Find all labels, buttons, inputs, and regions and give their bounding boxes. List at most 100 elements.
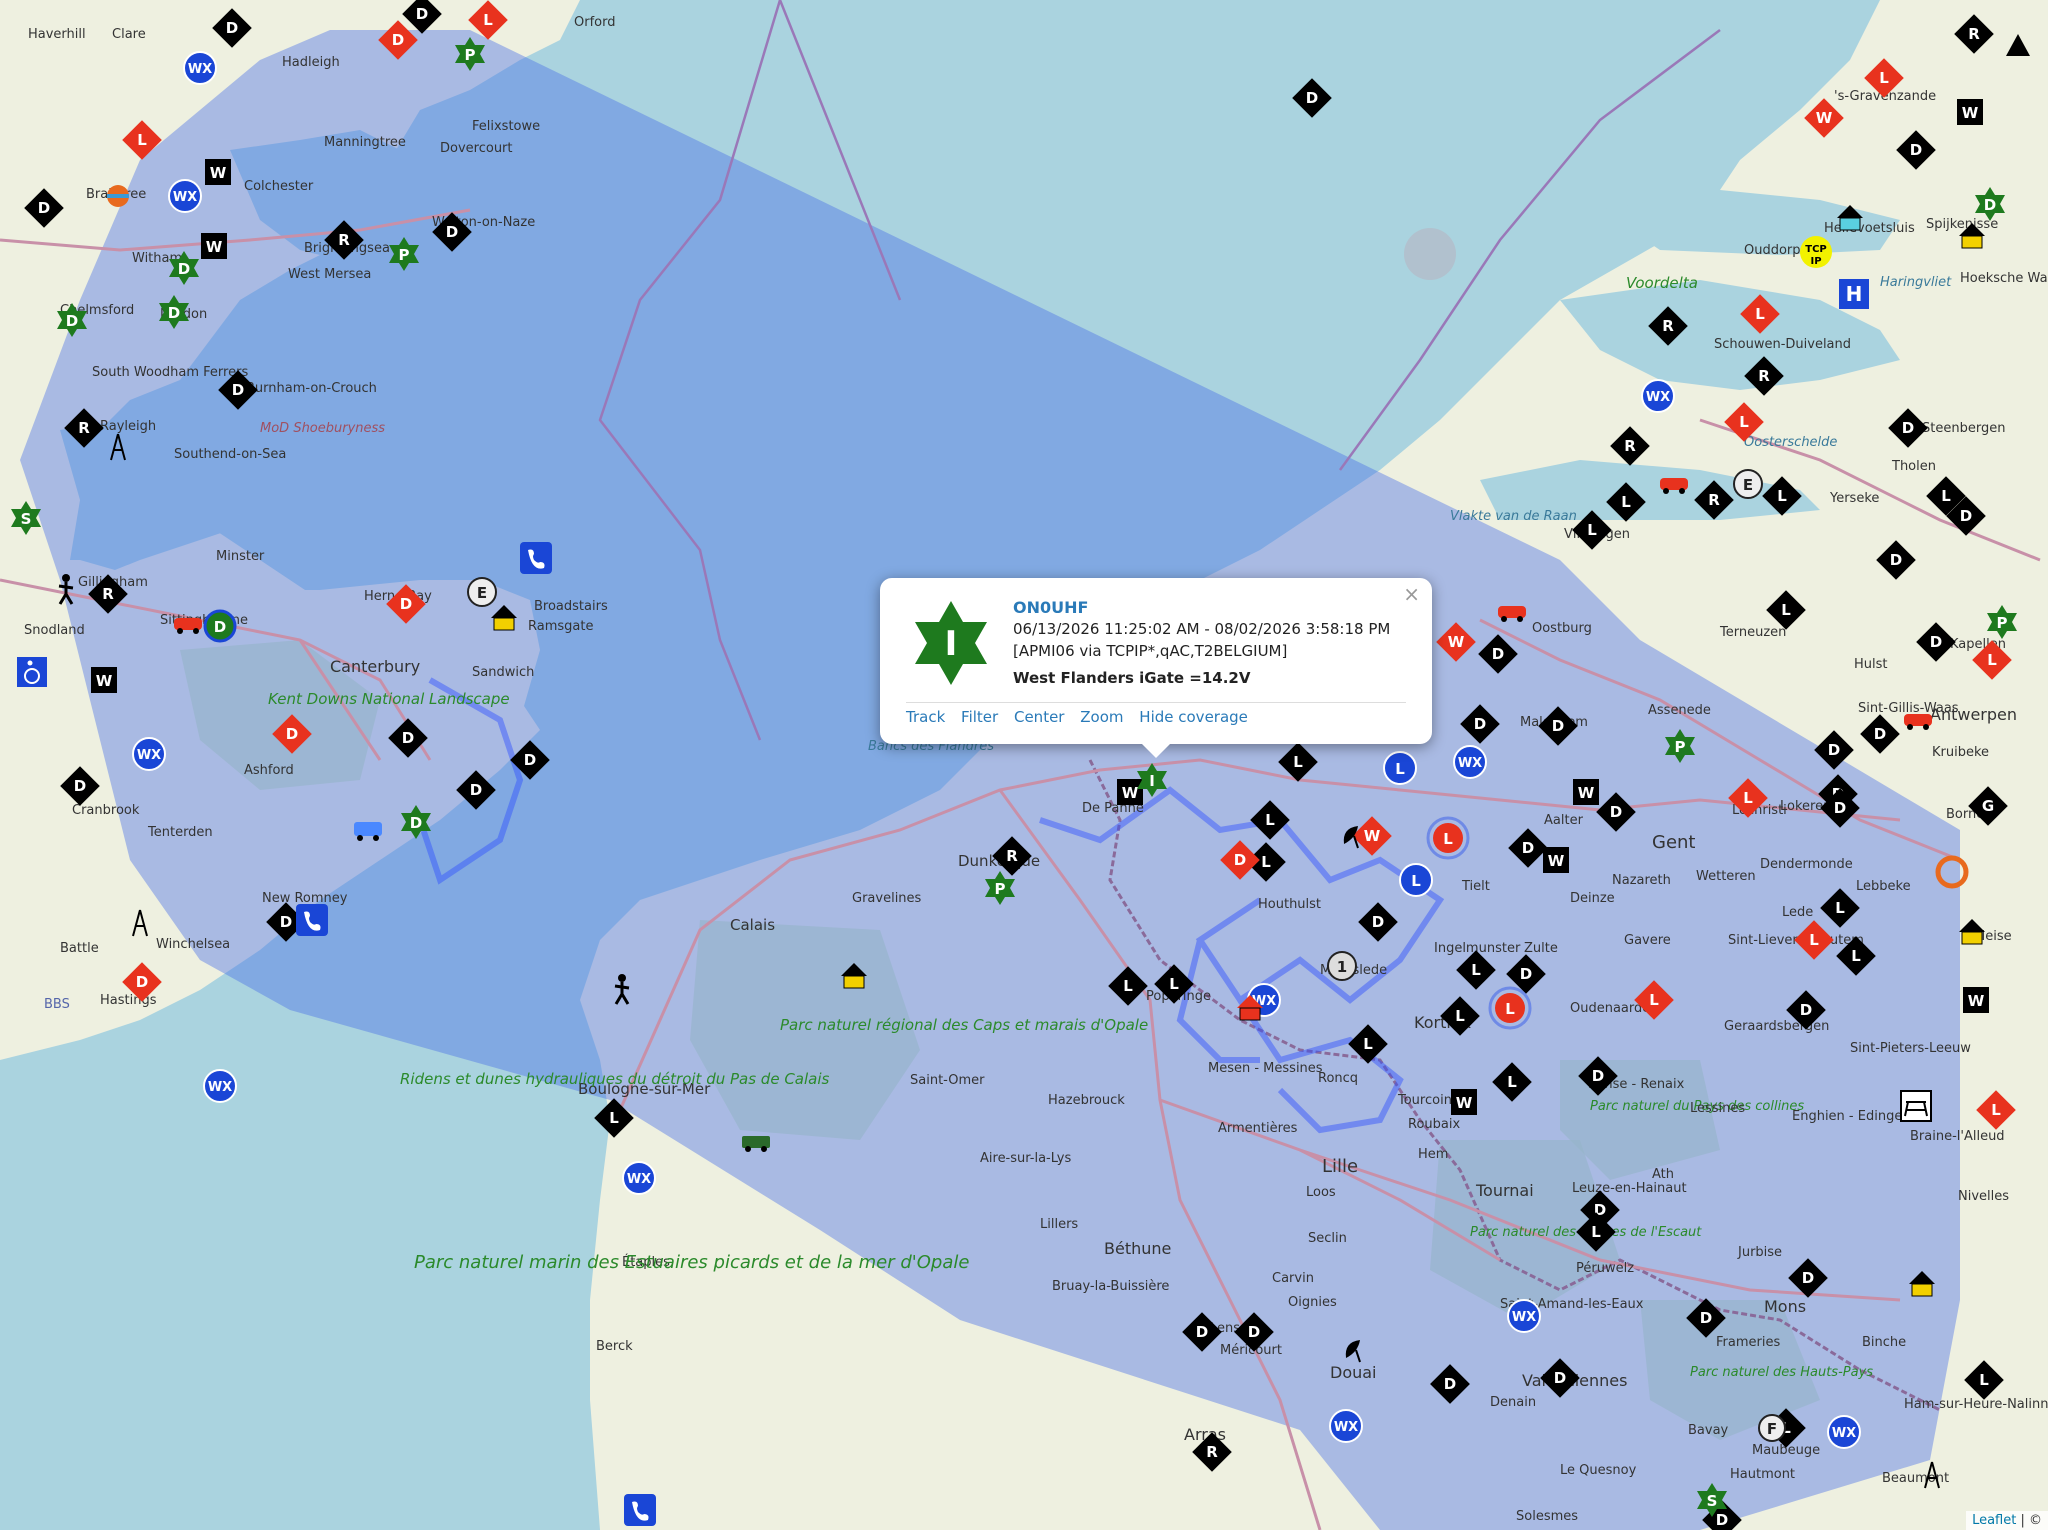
label-enghien: Enghien - Edingen	[1792, 1109, 1911, 1124]
wx-marker: WX	[1453, 745, 1487, 779]
label-calais: Calais	[730, 916, 775, 934]
label-mons: Mons	[1764, 1297, 1806, 1316]
label-hoeksche: Hoeksche Waard	[1960, 271, 2048, 286]
label-westmersea: West Mersea	[288, 267, 371, 282]
svg-text:WX: WX	[137, 748, 161, 763]
svg-text:L: L	[1123, 977, 1133, 995]
svg-text:WX: WX	[627, 1172, 651, 1187]
filter-link[interactable]: Filter	[961, 708, 998, 726]
svg-text:D: D	[392, 31, 404, 49]
wx-marker: WX	[132, 737, 166, 771]
svg-text:L: L	[1755, 305, 1765, 323]
svg-text:R: R	[1624, 437, 1636, 455]
label-solesmes: Solesmes	[1516, 1509, 1578, 1524]
svg-text:WX: WX	[1646, 390, 1670, 405]
svg-text:L: L	[1777, 487, 1787, 505]
svg-text:D: D	[1492, 645, 1504, 663]
svg-text:D: D	[1372, 913, 1384, 931]
svg-text:D: D	[1554, 1369, 1566, 1387]
svg-text:W: W	[1962, 104, 1979, 122]
svg-text:WX: WX	[1512, 1310, 1536, 1325]
label-lillers: Lillers	[1040, 1217, 1078, 1232]
center-link[interactable]: Center	[1014, 708, 1065, 726]
e-marker: E	[1733, 469, 1763, 499]
label-kentdowns: Kent Downs National Landscape	[268, 690, 510, 708]
svg-text:TCP: TCP	[1805, 244, 1827, 255]
one-marker: 1	[1327, 951, 1357, 981]
l-marker: L	[1399, 863, 1433, 897]
svg-text:W: W	[96, 672, 113, 690]
svg-text:L: L	[1879, 69, 1889, 87]
svg-text:D: D	[1802, 1269, 1814, 1287]
w-marker: W	[201, 233, 227, 259]
label-aalter: Aalter	[1544, 813, 1584, 828]
svg-text:WX: WX	[1458, 756, 1482, 771]
svg-text:P: P	[399, 246, 410, 264]
label-schouwen: Schouwen-Duiveland	[1714, 337, 1851, 352]
svg-text:W: W	[1548, 852, 1565, 870]
label-hulst: Hulst	[1854, 657, 1888, 672]
label-battle: Battle	[60, 941, 99, 956]
label-deinze: Deinze	[1570, 891, 1615, 906]
svg-text:D: D	[136, 973, 148, 991]
label-houthulst: Houthulst	[1258, 897, 1321, 912]
zoom-link[interactable]: Zoom	[1080, 708, 1123, 726]
svg-text:L: L	[1261, 853, 1271, 871]
w-marker: W	[91, 667, 117, 693]
close-icon[interactable]: ×	[1403, 584, 1420, 604]
svg-text:WX: WX	[1334, 1420, 1358, 1435]
svg-text:D: D	[286, 725, 298, 743]
label-leuze: Leuze-en-Hainaut	[1572, 1181, 1687, 1196]
svg-text:D: D	[1306, 89, 1318, 107]
label-vlakte: Vlakte van de Raan	[1450, 509, 1577, 524]
svg-text:L: L	[1809, 931, 1819, 949]
label-armentieres: Armentières	[1218, 1121, 1298, 1136]
hide-coverage-link[interactable]: Hide coverage	[1139, 708, 1248, 726]
wheelchair-icon	[17, 657, 47, 687]
svg-text:L: L	[1443, 830, 1453, 848]
label-ouddorp: Ouddorp	[1744, 243, 1801, 258]
svg-text:L: L	[1987, 651, 1997, 669]
label-estuaires: Parc naturel marin des Estuaires picards…	[414, 1252, 969, 1273]
label-sintgillis: Sint-Gillis-Waas	[1858, 701, 1959, 716]
label-oignies: Oignies	[1288, 1295, 1337, 1310]
svg-text:R: R	[1968, 25, 1980, 43]
label-manningtree: Manningtree	[324, 135, 406, 150]
svg-text:I: I	[1149, 772, 1155, 790]
label-dendermonde: Dendermonde	[1760, 857, 1853, 872]
station-timerange: 06/13/2026 11:25:02 AM - 08/02/2026 3:58…	[1013, 620, 1391, 638]
label-oostburg: Oostburg	[1532, 621, 1592, 636]
svg-text:D: D	[1444, 1375, 1456, 1393]
svg-text:D: D	[38, 199, 50, 217]
svg-text:L: L	[1941, 487, 1951, 505]
svg-text:L: L	[1507, 1073, 1517, 1091]
station-callsign[interactable]: ON0UHF	[1013, 598, 1088, 617]
svg-text:R: R	[1006, 847, 1018, 865]
svg-text:L: L	[1621, 493, 1631, 511]
map-canvas[interactable]: Haverhill Clare Hadleigh Orford Manningt…	[0, 0, 2048, 1530]
svg-text:D: D	[214, 618, 226, 636]
svg-text:L: L	[1739, 413, 1749, 431]
svg-text:L: L	[1591, 1223, 1601, 1241]
igate-star-icon: I	[915, 601, 987, 685]
label-mod: MoD Shoeburyness	[260, 421, 385, 436]
map-attribution: Leaflet | ©	[1966, 1511, 2048, 1530]
wx-marker: WX	[1827, 1415, 1861, 1449]
svg-text:L: L	[1265, 811, 1275, 829]
label-broadstairs: Broadstairs	[534, 599, 608, 614]
svg-text:L: L	[1649, 991, 1659, 1009]
l-marker: L	[1383, 751, 1417, 785]
label-assenede: Assenede	[1648, 703, 1711, 718]
track-link[interactable]: Track	[906, 708, 945, 726]
label-bavay: Bavay	[1688, 1423, 1729, 1438]
leaflet-link[interactable]: Leaflet	[1972, 1513, 2016, 1528]
svg-text:1: 1	[1337, 958, 1347, 976]
svg-text:D: D	[1890, 551, 1902, 569]
label-wetteren: Wetteren	[1696, 869, 1756, 884]
svg-text:L: L	[137, 131, 147, 149]
label-bethune: Béthune	[1104, 1239, 1171, 1258]
label-sintpieters: Sint-Pieters-Leeuw	[1850, 1041, 1971, 1056]
label-haringvliet: Haringvliet	[1880, 275, 1952, 290]
w-marker: W	[1117, 779, 1143, 805]
radio-ring-icon: L	[1488, 986, 1532, 1030]
